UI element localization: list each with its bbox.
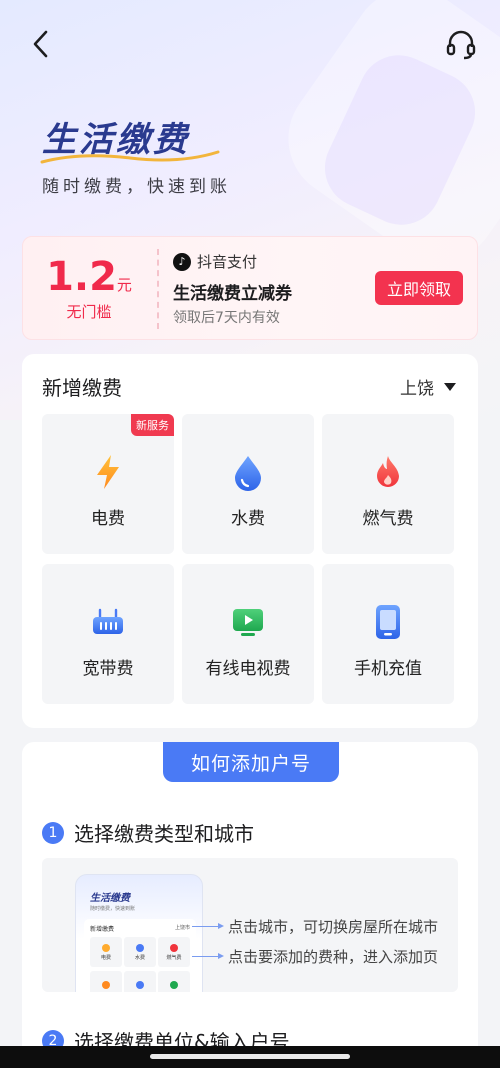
headset-icon (446, 30, 476, 60)
mini-tile: 水费 (124, 937, 156, 967)
page-subtitle: 随时缴费，快速到账 (42, 177, 231, 197)
coupon-value-section: 1.2元 无门槛 (23, 237, 155, 341)
callout-arrow (192, 953, 224, 959)
city-selector[interactable]: 上饶 (400, 374, 456, 399)
mini-tile (90, 971, 122, 992)
home-indicator[interactable] (150, 1054, 350, 1059)
city-label: 上饶 (400, 379, 434, 399)
caret-down-icon (444, 382, 456, 391)
mini-router-icon (136, 981, 144, 989)
step-number: 1 (42, 821, 64, 844)
step-text: 选择缴费类型和城市 (74, 822, 254, 846)
service-label: 宽带费 (82, 659, 134, 679)
mini-tile-label: 燃气费 (166, 954, 182, 961)
coupon-brand-label: 抖音支付 (197, 253, 258, 271)
mini-card: 新增缴费 上饶市 电费 水费 燃气费 (84, 919, 196, 992)
mini-tile-label: 电费 (100, 954, 111, 961)
callout-text: 点击城市，可切换房屋所在城市 (228, 918, 439, 936)
mini-card-title: 新增缴费 (90, 926, 115, 933)
service-tile-broadband[interactable]: 宽带费 (42, 564, 174, 704)
service-tile-water[interactable]: 水费 (182, 414, 314, 554)
mini-tile: 电费 (90, 937, 122, 967)
coupon-card: 1.2元 无门槛 ♪ 抖音支付 生活缴费立减券 领取后7天内有效 立即领取 (22, 236, 478, 340)
mini-card-city: 上饶市 (174, 925, 190, 931)
mini-phone-icon (102, 981, 110, 989)
mini-phone-preview: 生活缴费 随时缴费，快速到账 新增缴费 上饶市 电费 水费 燃气费 (75, 874, 203, 992)
coupon-brand: ♪ 抖音支付 (173, 251, 257, 272)
coupon-amount: 1.2 (46, 253, 117, 300)
coupon-unit: 元 (116, 275, 132, 294)
callout-arrow (192, 923, 224, 929)
service-tile-electricity[interactable]: 新服务 电费 (42, 414, 174, 554)
claim-coupon-button[interactable]: 立即领取 (375, 271, 463, 305)
step-1: 1 选择缴费类型和城市 (42, 818, 254, 847)
mini-tv-icon (170, 981, 178, 989)
mini-subtitle: 随时缴费，快速到账 (90, 906, 136, 912)
service-tile-mobile-topup[interactable]: 手机充值 (322, 564, 454, 704)
mini-title: 生活缴费 (90, 893, 130, 904)
customer-service-button[interactable] (444, 28, 478, 62)
new-payment-title: 新增缴费 (42, 376, 122, 400)
step-illustration: 生活缴费 随时缴费，快速到账 新增缴费 上饶市 电费 水费 燃气费 点击城市，可… (42, 858, 458, 992)
router-icon (88, 602, 128, 642)
mini-tile (124, 971, 156, 992)
mini-water-icon (136, 943, 144, 952)
service-label: 手机充值 (354, 659, 422, 679)
service-label: 燃气费 (362, 509, 414, 529)
new-service-badge: 新服务 (131, 414, 174, 436)
tv-icon (228, 602, 268, 642)
service-label: 电费 (91, 509, 125, 529)
water-drop-icon (228, 452, 268, 492)
top-bar (0, 0, 500, 90)
how-to-add-card: 如何添加户号 1 选择缴费类型和城市 生活缴费 随时缴费，快速到账 新增缴费 上… (22, 742, 478, 1068)
service-label: 水费 (231, 509, 265, 529)
tiktok-icon: ♪ (173, 252, 191, 271)
callout-text: 点击要添加的费种，进入添加页 (228, 948, 439, 966)
coupon-name: 生活缴费立减券 (173, 284, 292, 304)
mini-tile: 燃气费 (158, 937, 190, 967)
mini-flame-icon (170, 943, 178, 952)
home-indicator-bar (0, 1046, 500, 1068)
phone-icon (368, 602, 408, 642)
back-button[interactable] (26, 28, 58, 60)
callout-fee-type: 点击要添加的费种，进入添加页 (192, 946, 438, 967)
service-tile-gas[interactable]: 燃气费 (322, 414, 454, 554)
service-tile-cable-tv[interactable]: 有线电视费 (182, 564, 314, 704)
back-arrow-icon (33, 30, 48, 58)
coupon-divider (157, 249, 159, 329)
mini-tile (158, 971, 190, 992)
how-to-add-header: 如何添加户号 (163, 742, 339, 782)
flame-icon (368, 452, 408, 492)
coupon-condition: 无门槛 (66, 302, 112, 321)
title-underline-decoration (40, 150, 220, 164)
coupon-validity: 领取后7天内有效 (173, 310, 280, 326)
new-payment-card: 新增缴费 上饶 新服务 电费 水费 燃气费 宽带费 有线电视费 手机充值 (22, 354, 478, 728)
mini-tile-label: 水费 (134, 954, 145, 961)
service-label: 有线电视费 (205, 659, 291, 679)
callout-city: 点击城市，可切换房屋所在城市 (192, 916, 438, 937)
lightning-icon (88, 452, 128, 492)
mini-lightning-icon (102, 943, 110, 952)
